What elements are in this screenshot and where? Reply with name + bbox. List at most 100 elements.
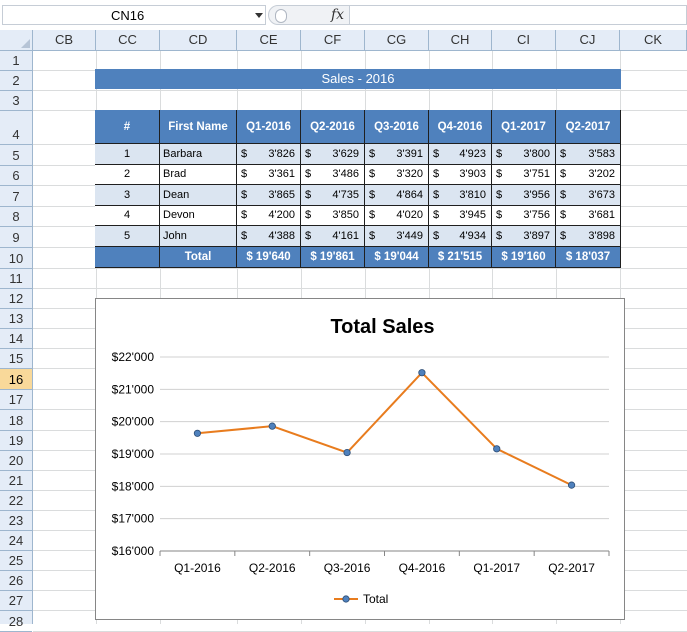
first-name-cell[interactable]: Barbara	[160, 144, 237, 165]
sales-value-cell[interactable]: $3'826	[237, 144, 301, 165]
row-header[interactable]: 20	[0, 451, 32, 471]
sales-value-cell[interactable]: $3'956	[492, 185, 556, 206]
total-value-cell[interactable]: $ 18'037	[556, 247, 621, 268]
drag-handle-icon[interactable]	[275, 9, 287, 23]
row-header[interactable]: 3	[0, 91, 32, 111]
column-header[interactable]: CH	[429, 30, 492, 50]
sales-value-cell[interactable]: $3'945	[429, 206, 492, 226]
table-header[interactable]: Q4-2016	[429, 110, 492, 144]
insert-function-icon[interactable]: fx	[331, 7, 344, 23]
sales-value-cell[interactable]: $4'923	[429, 144, 492, 165]
sales-value-cell[interactable]: $4'020	[365, 206, 429, 226]
row-header[interactable]: 24	[0, 531, 32, 551]
sales-value-cell[interactable]: $3'756	[492, 206, 556, 226]
sales-value-cell[interactable]: $3'486	[301, 165, 365, 185]
row-number-cell[interactable]: 1	[95, 144, 160, 165]
total-value-cell[interactable]: $ 21'515	[429, 247, 492, 268]
row-header[interactable]: 27	[0, 591, 32, 611]
total-value-cell[interactable]: $ 19'160	[492, 247, 556, 268]
row-header[interactable]: 19	[0, 431, 32, 451]
sales-value-cell[interactable]: $4'200	[237, 206, 301, 226]
sales-value-cell[interactable]: $3'202	[556, 165, 621, 185]
sales-value-cell[interactable]: $3'629	[301, 144, 365, 165]
row-header[interactable]: 18	[0, 410, 32, 431]
row-header[interactable]: 7	[0, 186, 32, 207]
sales-value-cell[interactable]: $3'320	[365, 165, 429, 185]
row-header[interactable]: 28	[0, 611, 32, 632]
table-header[interactable]: First Name	[160, 110, 237, 144]
row-header[interactable]: 13	[0, 309, 32, 329]
sales-value-cell[interactable]: $3'865	[237, 185, 301, 206]
total-value-cell[interactable]: $ 19'861	[301, 247, 365, 268]
sheet-title-banner[interactable]: Sales - 2016	[95, 69, 621, 89]
sales-value-cell[interactable]: $4'388	[237, 226, 301, 247]
table-header[interactable]: Q2-2016	[301, 110, 365, 144]
total-spacer-cell[interactable]	[95, 247, 160, 268]
row-header[interactable]: 4	[0, 111, 32, 145]
row-header[interactable]: 1	[0, 51, 32, 71]
sales-value-cell[interactable]: $4'735	[301, 185, 365, 206]
first-name-cell[interactable]: Brad	[160, 165, 237, 185]
row-header[interactable]: 8	[0, 207, 32, 227]
row-header[interactable]: 21	[0, 471, 32, 491]
row-number-cell[interactable]: 4	[95, 206, 160, 226]
first-name-cell[interactable]: Dean	[160, 185, 237, 206]
first-name-cell[interactable]: Devon	[160, 206, 237, 226]
sales-value-cell[interactable]: $3'681	[556, 206, 621, 226]
table-header[interactable]: Q2-2017	[556, 110, 621, 144]
row-header[interactable]: 6	[0, 166, 32, 186]
row-header[interactable]: 15	[0, 349, 32, 369]
row-header[interactable]: 14	[0, 329, 32, 349]
column-header[interactable]: CI	[492, 30, 556, 50]
sales-value-cell[interactable]: $3'673	[556, 185, 621, 206]
chart-area[interactable]: Total Sales $16'000 $17'000 $18'000 $19'000 $…	[95, 298, 625, 620]
total-label[interactable]: Total	[160, 247, 237, 268]
table-header[interactable]: Q3-2016	[365, 110, 429, 144]
table-header[interactable]: #	[95, 110, 160, 144]
row-header[interactable]: 10	[0, 248, 32, 269]
sales-value-cell[interactable]: $3'449	[365, 226, 429, 247]
column-header[interactable]: CF	[301, 30, 365, 50]
sales-value-cell[interactable]: $3'810	[429, 185, 492, 206]
row-header[interactable]: 22	[0, 491, 32, 511]
row-header[interactable]: 17	[0, 390, 32, 410]
column-header[interactable]: CB	[33, 30, 96, 50]
select-all-button[interactable]	[0, 30, 33, 50]
sales-value-cell[interactable]: $3'391	[365, 144, 429, 165]
first-name-cell[interactable]: John	[160, 226, 237, 247]
sales-value-cell[interactable]: $3'361	[237, 165, 301, 185]
table-header[interactable]: Q1-2016	[237, 110, 301, 144]
sales-value-cell[interactable]: $4'934	[429, 226, 492, 247]
row-header[interactable]: 5	[0, 145, 32, 166]
row-header[interactable]: 25	[0, 551, 32, 571]
sales-value-cell[interactable]: $3'583	[556, 144, 621, 165]
sales-value-cell[interactable]: $3'850	[301, 206, 365, 226]
column-header[interactable]: CD	[160, 30, 237, 50]
sales-value-cell[interactable]: $3'897	[492, 226, 556, 247]
row-header[interactable]: 26	[0, 571, 32, 591]
sales-value-cell[interactable]: $4'864	[365, 185, 429, 206]
column-header[interactable]: CG	[365, 30, 429, 50]
chevron-down-icon[interactable]	[255, 13, 263, 18]
column-header[interactable]: CK	[620, 30, 687, 50]
sales-value-cell[interactable]: $3'898	[556, 226, 621, 247]
sales-value-cell[interactable]: $4'161	[301, 226, 365, 247]
row-header[interactable]: 12	[0, 289, 32, 309]
formula-input[interactable]	[350, 5, 687, 25]
sales-value-cell[interactable]: $3'800	[492, 144, 556, 165]
row-header[interactable]: 16	[0, 369, 32, 390]
row-header[interactable]: 23	[0, 511, 32, 531]
sales-value-cell[interactable]: $3'751	[492, 165, 556, 185]
name-box[interactable]: CN16	[2, 5, 266, 25]
total-value-cell[interactable]: $ 19'640	[237, 247, 301, 268]
total-value-cell[interactable]: $ 19'044	[365, 247, 429, 268]
row-number-cell[interactable]: 3	[95, 185, 160, 206]
row-header[interactable]: 9	[0, 227, 32, 248]
row-header[interactable]: 2	[0, 71, 32, 91]
sales-value-cell[interactable]: $3'903	[429, 165, 492, 185]
column-header[interactable]: CJ	[556, 30, 620, 50]
row-number-cell[interactable]: 5	[95, 226, 160, 247]
column-header[interactable]: CC	[96, 30, 160, 50]
row-header[interactable]: 11	[0, 269, 32, 289]
table-header[interactable]: Q1-2017	[492, 110, 556, 144]
